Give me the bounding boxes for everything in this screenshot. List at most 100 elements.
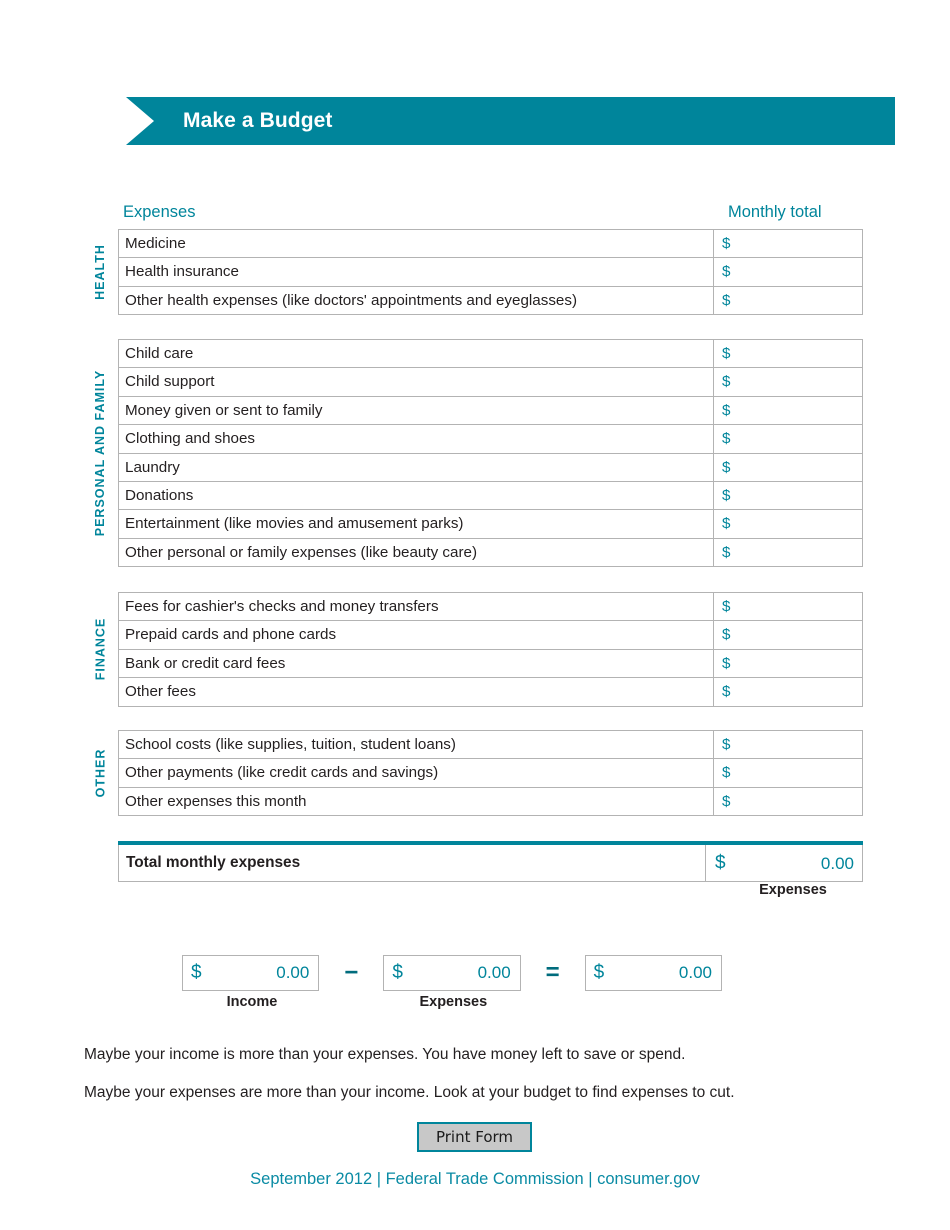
table-row: Laundry $: [118, 452, 863, 482]
dollar-sign-icon: $: [722, 373, 731, 391]
section-label-text: HEALTH: [93, 244, 108, 300]
dollar-sign-icon: $: [722, 430, 731, 448]
income-minus-expenses-calculation: $ 0.00 Income − $ 0.00 Expenses = $ 0.00: [182, 955, 722, 1010]
total-caption: Expenses: [759, 882, 827, 898]
expense-name-cell: Other fees: [118, 677, 714, 707]
expense-table: Child care $ Child support $ Money given or …: [118, 338, 863, 568]
total-label: Total monthly expenses: [118, 843, 706, 882]
expenses-amount-value: 0.00: [477, 963, 511, 982]
expenses-amount-field[interactable]: $ 0.00 Expenses: [383, 955, 521, 1010]
income-amount-field[interactable]: $ 0.00 Income: [182, 955, 320, 1010]
table-row: Other personal or family expenses (like …: [118, 537, 863, 568]
dollar-sign-icon: $: [593, 962, 605, 983]
expense-name-cell: School costs (like supplies, tuition, st…: [118, 729, 714, 760]
expense-name-cell: Bank or credit card fees: [118, 648, 714, 679]
expense-amount-input[interactable]: $: [713, 729, 863, 760]
expense-amount-input[interactable]: $: [713, 452, 863, 482]
page-title: Make a Budget: [183, 109, 333, 132]
expense-amount-input[interactable]: $: [713, 228, 863, 259]
dollar-sign-icon: $: [191, 962, 202, 983]
table-row: Money given or sent to family $: [118, 395, 863, 426]
dollar-sign-icon: $: [722, 235, 731, 253]
expense-amount-input[interactable]: $: [713, 395, 863, 426]
expense-amount-input[interactable]: $: [713, 338, 863, 369]
table-row: Other fees $: [118, 677, 863, 707]
expense-table: Fees for cashier's checks and money tran…: [118, 591, 863, 707]
section-label-personal-and-family: PERSONAL AND FAMILY: [88, 339, 112, 567]
dollar-sign-icon: $: [722, 401, 731, 419]
table-row: Total monthly expenses $ 0.00: [118, 843, 863, 882]
expense-amount-input[interactable]: $: [713, 758, 863, 788]
dollar-sign-icon: $: [722, 736, 731, 754]
dollar-sign-icon: $: [715, 852, 726, 874]
table-row: Medicine $: [118, 228, 863, 259]
expense-name-cell: Money given or sent to family: [118, 395, 714, 426]
total-amount-value: 0.00: [820, 853, 854, 873]
minus-operator: −: [344, 959, 359, 986]
expense-amount-input[interactable]: $: [713, 480, 863, 511]
expense-section: PERSONAL AND FAMILY Child care $ Child supp…: [93, 338, 863, 568]
result-amount-field[interactable]: $ 0.00: [584, 955, 722, 991]
expense-amount-input[interactable]: $: [713, 620, 863, 650]
section-label-health: HEALTH: [88, 229, 112, 315]
expenses-caption: Expenses: [419, 994, 488, 1010]
dollar-sign-icon: $: [722, 654, 731, 672]
expense-name-cell: Donations: [118, 480, 714, 511]
table-row: Clothing and shoes $: [118, 424, 863, 454]
dollar-sign-icon: $: [722, 487, 731, 505]
table-row: Bank or credit card fees $: [118, 648, 863, 679]
expense-name-cell: Child care: [118, 338, 714, 369]
section-label-text: OTHER: [93, 748, 107, 798]
dollar-sign-icon: $: [722, 263, 731, 281]
section-label-other: OTHER: [88, 730, 112, 816]
expense-name-cell: Laundry: [118, 452, 714, 482]
dollar-sign-icon: $: [722, 764, 731, 782]
note-expenses-more-than-income: Maybe your expenses are more than your i…: [84, 1084, 735, 1101]
dollar-sign-icon: $: [722, 515, 731, 533]
table-row: School costs (like supplies, tuition, st…: [118, 729, 863, 760]
table-row: Prepaid cards and phone cards $: [118, 620, 863, 650]
expense-name-cell: Other payments (like credit cards and sa…: [118, 758, 714, 788]
expense-amount-input[interactable]: $: [713, 509, 863, 539]
expense-name-cell: Prepaid cards and phone cards: [118, 620, 714, 650]
table-row: Other expenses this month $: [118, 786, 863, 817]
expense-amount-input[interactable]: $: [713, 424, 863, 454]
total-amount-cell[interactable]: $ 0.00: [705, 843, 863, 882]
expense-name-cell: Medicine: [118, 228, 714, 259]
expense-amount-input[interactable]: $: [713, 257, 863, 287]
table-column-headers: Expenses Monthly total: [118, 203, 863, 227]
expense-amount-input[interactable]: $: [713, 591, 863, 622]
dollar-sign-icon: $: [722, 543, 731, 561]
expense-amount-input[interactable]: $: [713, 367, 863, 397]
page-header-banner: Make a Budget: [126, 97, 895, 145]
table-row: Child support $: [118, 367, 863, 397]
table-row: Fees for cashier's checks and money tran…: [118, 591, 863, 622]
expense-section: OTHER School costs (like supplies, tuitio…: [93, 729, 863, 817]
section-label-finance: FINANCE: [88, 592, 112, 707]
income-caption: Income: [226, 994, 278, 1010]
table-row: Other health expenses (like doctors' app…: [118, 285, 863, 316]
expense-name-cell: Other health expenses (like doctors' app…: [118, 285, 714, 316]
expense-amount-input[interactable]: $: [713, 677, 863, 707]
table-row: Child care $: [118, 338, 863, 369]
expense-name-cell: Other personal or family expenses (like …: [118, 537, 714, 568]
dollar-sign-icon: $: [722, 291, 731, 309]
expense-section: HEALTH Medicine $ Health insurance $ Other he…: [93, 228, 863, 316]
expense-amount-input[interactable]: $: [713, 537, 863, 568]
dollar-sign-icon: $: [392, 962, 403, 983]
table-row: Entertainment (like movies and amusement…: [118, 509, 863, 539]
expense-section: FINANCE Fees for cashier's checks and mon…: [93, 591, 863, 707]
print-form-button[interactable]: Print Form: [417, 1122, 532, 1152]
expense-amount-input[interactable]: $: [713, 648, 863, 679]
table-row: Health insurance $: [118, 257, 863, 287]
expense-amount-input[interactable]: $: [713, 285, 863, 316]
expense-name-cell: Health insurance: [118, 257, 714, 287]
dollar-sign-icon: $: [722, 683, 731, 701]
expense-amount-input[interactable]: $: [713, 786, 863, 817]
result-amount-value: 0.00: [678, 963, 712, 982]
dollar-sign-icon: $: [722, 345, 731, 363]
expense-name-cell: Child support: [118, 367, 714, 397]
expense-name-cell: Other expenses this month: [118, 786, 714, 817]
footer-text: September 2012 | Federal Trade Commissio…: [250, 1170, 700, 1188]
income-amount-value: 0.00: [276, 963, 310, 982]
